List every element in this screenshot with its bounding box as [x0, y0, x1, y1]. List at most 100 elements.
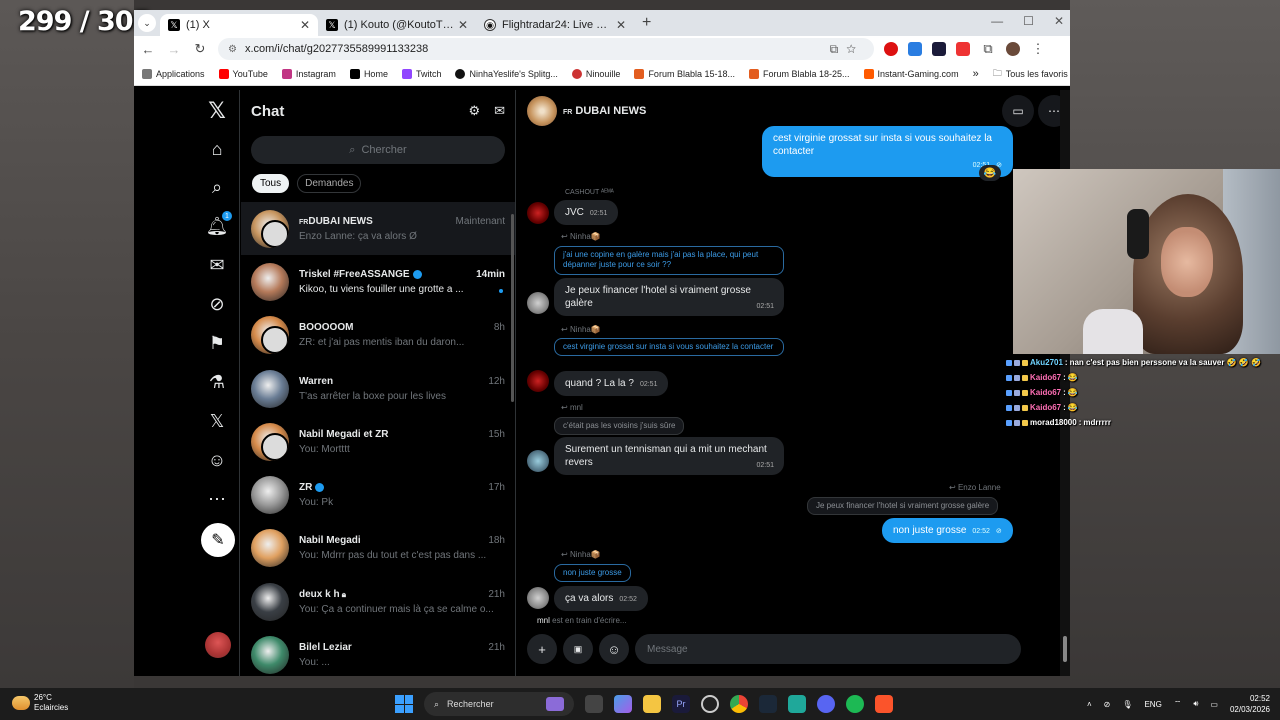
conversation-item[interactable]: Triskel #FreeASSANGE 14min Kikoo, tu viens… [241, 255, 515, 308]
reload-icon[interactable]: ↻ [192, 41, 208, 57]
tab-close-icon[interactable]: ✕ [458, 18, 468, 32]
message-bubble-own[interactable]: cest virginie grossat sur insta si vous … [762, 126, 1013, 177]
taskbar-search[interactable]: ⌕ Rechercher [424, 692, 574, 716]
tab-kouto[interactable]: 𝕏 (1) Kouto (@KoutoTV) / X ✕ [318, 14, 476, 36]
conversation-item[interactable]: FRDUBAI NEWS Maintenant Enzo Lanne: ça va … [241, 202, 515, 256]
message-bubble[interactable]: Surement un tennisman qui a mit un mecha… [554, 437, 784, 475]
window-close-icon[interactable]: ✕ [1054, 14, 1064, 28]
maximize-icon[interactable]: ☐ [1023, 14, 1034, 28]
file-explorer-icon[interactable] [643, 695, 661, 713]
filter-all-chip[interactable]: Tous [252, 174, 290, 193]
audio-extension-icon[interactable] [908, 42, 922, 56]
bookmark-twitch[interactable]: Twitch [401, 68, 441, 79]
bookmark-youtube[interactable]: YouTube [218, 68, 268, 79]
language-indicator[interactable]: ENG [1144, 700, 1161, 709]
bookmark-splitgate[interactable]: NinhaYeslife's Splitg... [455, 68, 558, 79]
quoted-message[interactable]: c'était pas les voisins j'suis sûre [554, 417, 685, 436]
tab-search-dropdown[interactable]: ⌄ [138, 14, 156, 32]
bookmark-forum-15-18[interactable]: Forum Blabla 15-18... [634, 68, 735, 79]
start-windows-icon[interactable] [395, 695, 413, 713]
forward-icon[interactable]: → [166, 42, 182, 57]
conversation-item[interactable]: Bilel Leziar 21h You: ... [241, 628, 515, 676]
message-bubble[interactable]: Je peux financer l'hotel si vraiment gro… [554, 278, 784, 316]
extension-icon-2[interactable] [956, 42, 970, 56]
message-bubble-own[interactable]: non juste grosse 02:52 ⊘ [882, 518, 1013, 543]
message-bubble[interactable]: quand ? La la ? 02:51 [554, 371, 669, 396]
emoji-button[interactable]: ☺ [599, 634, 629, 664]
tab-close-icon[interactable]: ✕ [616, 18, 626, 32]
messages-envelope-icon[interactable]: ✉ [206, 254, 228, 276]
brave-icon[interactable] [875, 695, 893, 713]
conversation-scrollbar[interactable] [511, 214, 514, 402]
premiere-pro-icon[interactable]: Pr [672, 695, 690, 713]
tab-flightradar[interactable]: ◉ Flightradar24: Live Flight Tracker ✕ [476, 14, 634, 36]
app-icon[interactable] [788, 695, 806, 713]
conversation-item[interactable]: Warren 12h T'as arrêter la boxe pour les l… [241, 362, 515, 415]
wifi-icon[interactable]: ⌔ [1174, 699, 1182, 709]
tab-close-icon[interactable]: ✕ [300, 18, 310, 32]
spotify-icon[interactable] [846, 695, 864, 713]
obs-icon[interactable] [701, 695, 719, 713]
chrome-icon[interactable] [730, 695, 748, 713]
bookmark-applications[interactable]: Applications [142, 68, 205, 79]
communities-icon[interactable]: ⚗ [206, 371, 228, 393]
battery-icon[interactable]: ▭ [1210, 700, 1218, 709]
message-bubble[interactable]: ça va alors 02:52 [554, 586, 648, 611]
conversation-item[interactable]: Nabil Megadi 18h You: Mdrrr pas du tout et… [241, 522, 515, 575]
conversation-item[interactable]: Nabil Megadi et ZR 15h You: Mortttt [241, 415, 515, 468]
star-icon[interactable]: ⧉☆ [830, 42, 864, 57]
clock[interactable]: 02:52 02/03/2026 [1230, 693, 1270, 715]
x-logo-icon[interactable]: 𝕏 [206, 99, 228, 124]
tray-chevron-icon[interactable]: ˄ [1087, 700, 1092, 709]
puzzle-icon[interactable]: ⧉ [980, 41, 996, 57]
profile-icon[interactable]: ☺ [206, 449, 228, 471]
new-message-icon[interactable]: ✉ [494, 103, 505, 119]
gif-button[interactable]: ▣ [563, 634, 593, 664]
address-bar[interactable]: ⚙ x.com/i/chat/g2027735589991133238 ⧉☆ [218, 38, 874, 60]
add-attachment-button[interactable]: + [527, 634, 557, 664]
microphone-icon[interactable]: 🎙︎ [1122, 700, 1132, 709]
minimize-icon[interactable]: — [991, 14, 1003, 28]
site-info-icon[interactable]: ⚙ [228, 44, 237, 55]
compose-post-button[interactable]: ✎ [201, 523, 235, 557]
weather-widget[interactable]: 26°C Eclaircies [12, 693, 68, 713]
back-icon[interactable]: ← [140, 42, 156, 57]
sender-avatar[interactable] [527, 202, 549, 224]
quoted-message[interactable]: j'ai une copine en galère mais j'ai pas … [554, 246, 784, 275]
conversation-item[interactable]: deux k h 🔒︎ 21h You: Ça a continuer mais l… [241, 575, 515, 628]
more-icon[interactable]: ⋯ [206, 488, 228, 510]
bookmark-ninouille[interactable]: Ninouille [571, 68, 620, 79]
conversation-item[interactable]: BOOOOOM 8h ZR: et j'ai pas mentis iban du … [241, 309, 515, 362]
sender-avatar[interactable] [527, 370, 549, 392]
account-avatar[interactable] [205, 632, 231, 658]
group-name[interactable]: FR DUBAI NEWS [563, 105, 646, 117]
menu-kebab-icon[interactable]: ⋮ [1030, 41, 1046, 57]
opera-extension-icon[interactable] [884, 42, 898, 56]
scrollbar-thumb[interactable] [1063, 636, 1067, 662]
profile-avatar-icon[interactable] [1006, 42, 1020, 56]
notifications-bell-icon[interactable]: 🔔︎ 1 [206, 211, 232, 237]
search-input[interactable]: ⌕ Chercher [251, 136, 505, 164]
home-icon[interactable]: ⌂ [206, 138, 228, 160]
quoted-message[interactable]: non juste grosse [554, 564, 631, 583]
conversation-item[interactable]: ZR 17h You: Pk [241, 468, 515, 521]
sender-avatar[interactable] [527, 292, 549, 314]
quoted-message[interactable]: cest virginie grossat sur insta si vous … [554, 338, 784, 357]
explore-search-icon[interactable]: ⌕ [206, 176, 228, 198]
network-off-icon[interactable]: ⊘ [1104, 700, 1111, 709]
steam-icon[interactable] [759, 695, 777, 713]
widgets-icon[interactable] [614, 695, 632, 713]
extension-icon[interactable] [932, 42, 946, 56]
bookmark-instant-gaming[interactable]: Instant-Gaming.com [863, 68, 959, 79]
bookmark-instagram[interactable]: Instagram [281, 68, 336, 79]
settings-gear-icon[interactable]: ⚙ [468, 103, 480, 119]
filter-requests-chip[interactable]: Demandes [297, 174, 362, 193]
sender-avatar[interactable] [527, 587, 549, 609]
sender-avatar[interactable] [527, 450, 549, 472]
quoted-message[interactable]: Je peux financer l'hotel si vraiment gro… [807, 497, 999, 516]
reaction-badge[interactable]: 😂 [979, 165, 1001, 181]
grok-icon[interactable]: ⊘ [206, 293, 228, 315]
bookmark-forum-18-25[interactable]: Forum Blabla 18-25... [748, 68, 850, 79]
bookmark-home[interactable]: Home [349, 68, 388, 79]
bookmarks-overflow-icon[interactable]: » [973, 68, 979, 80]
